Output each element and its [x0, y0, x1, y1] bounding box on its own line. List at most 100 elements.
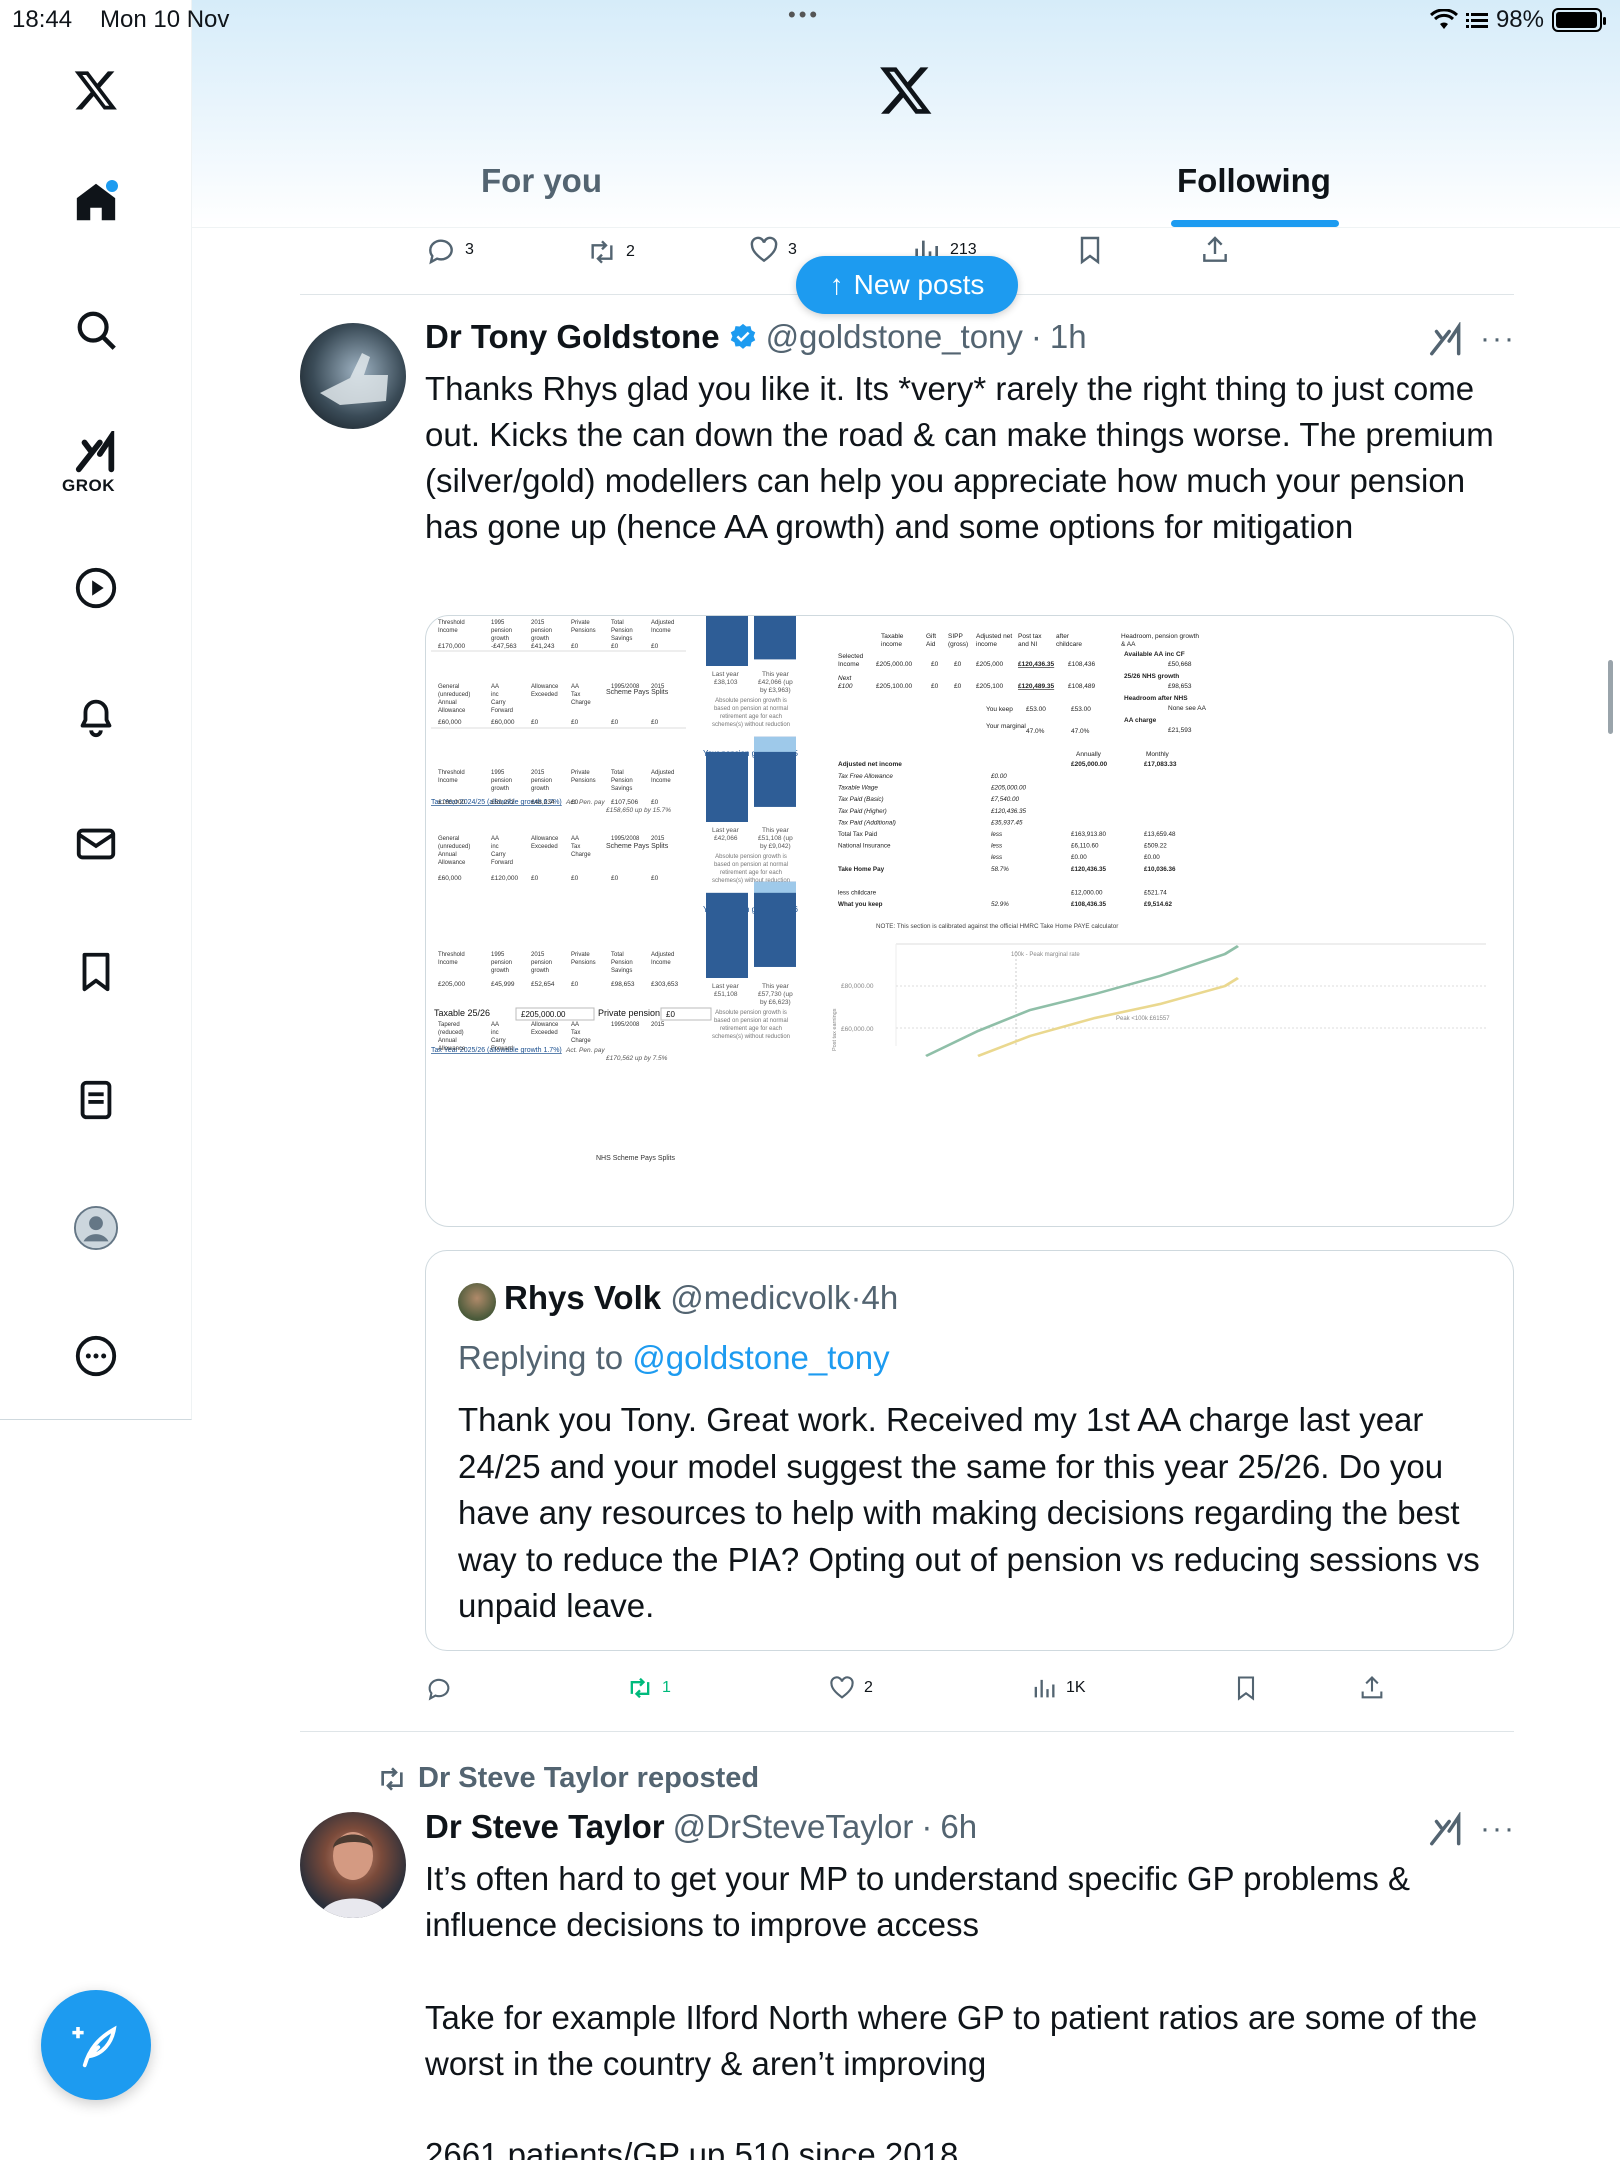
status-date: Mon 10 Nov: [100, 6, 230, 33]
tweet1-reply-button[interactable]: [425, 1674, 461, 1702]
bookmarks-icon[interactable]: [66, 942, 126, 1002]
lists-icon[interactable]: [66, 1070, 126, 1130]
breakdown-label: Tax Paid (Basic): [838, 796, 884, 803]
ty2-note: £170,562 up by 7.5%: [605, 1055, 668, 1062]
battery-percent: 98%: [1495, 6, 1544, 33]
calc-header: childcare: [1056, 641, 1082, 648]
tweet1-more-icon[interactable]: ···: [1480, 322, 1516, 356]
messages-icon[interactable]: [66, 814, 126, 874]
grok-explain-icon[interactable]: [1427, 1812, 1465, 1850]
table-header-cell: Pensions: [571, 778, 596, 784]
multitask-dots[interactable]: •••: [788, 2, 820, 28]
profile-avatar-icon[interactable]: [66, 1198, 126, 1258]
share-icon: [1361, 1676, 1383, 1699]
quoted-tweet[interactable]: Rhys Volk @medicvolk·4h Replying to @gol…: [425, 1250, 1514, 1651]
scrollbar-thumb[interactable]: [1608, 660, 1613, 734]
tweet2-paragraph-1: It’s often hard to get your MP to unders…: [425, 1860, 1411, 1943]
tweet1-repost-button[interactable]: 1: [626, 1674, 671, 1702]
table-header-cell: Forward: [491, 1046, 513, 1052]
status-right: 98%: [1429, 6, 1606, 34]
calc-header: after: [1056, 633, 1070, 640]
reply-icon: [428, 1678, 450, 1701]
table-value-cell: £120,000: [491, 875, 518, 882]
like-button[interactable]: 3: [748, 234, 797, 266]
tweet2-author-name[interactable]: Dr Steve Taylor: [425, 1808, 665, 1846]
tweet1-avatar[interactable]: [300, 323, 406, 429]
tweet2-time: 6h: [940, 1808, 978, 1845]
breakdown-monthly: £509.22: [1144, 843, 1167, 850]
breakdown-label: less childcare: [838, 889, 877, 896]
last-year-label-1: Last year: [712, 671, 740, 678]
aa-side-label: Headroom after NHS: [1124, 695, 1188, 702]
status-bar: 18:44 Mon 10 Nov ••• 98%: [0, 0, 1620, 40]
table-value-cell: £60,000: [491, 719, 515, 726]
grok-icon[interactable]: [66, 424, 126, 484]
table-value-cell: £107,506: [611, 799, 638, 806]
table-header-cell: Pension: [611, 628, 633, 634]
growth-note-1: based on pension at normal: [714, 706, 788, 712]
table-header-cell: Tapered: [438, 1022, 460, 1028]
tweet1-bookmark-button[interactable]: [1232, 1674, 1260, 1702]
compose-button[interactable]: [41, 1990, 151, 2100]
reply-button[interactable]: 3: [425, 234, 474, 266]
table-header-cell: Allowance: [438, 1046, 466, 1052]
share-icon: [1203, 236, 1227, 262]
table-value-cell: £0: [571, 643, 579, 650]
repost-context-label[interactable]: Dr Steve Taylor reposted: [418, 1762, 759, 1795]
x-logo-icon[interactable]: [66, 60, 126, 120]
quote-text: Thank you Tony. Great work. Received my …: [458, 1401, 1480, 1624]
tab-for-you[interactable]: For you: [481, 162, 602, 200]
video-icon[interactable]: [66, 558, 126, 618]
tweet1-views-count: 1K: [1066, 1679, 1086, 1696]
breakdown-amount: £0.00: [990, 773, 1007, 780]
x-logo-icon: [880, 67, 932, 114]
tweet1-views-button[interactable]: 1K: [1030, 1674, 1086, 1702]
table-header-cell: 1995: [491, 620, 505, 626]
search-icon[interactable]: [66, 300, 126, 360]
growth-note-2: retirement age for each: [720, 870, 782, 876]
home-icon[interactable]: [66, 172, 126, 232]
table-header-cell: (reduced): [438, 1030, 464, 1036]
like-count: 3: [788, 241, 797, 258]
tweet1-handle[interactable]: @goldstone_tony: [766, 318, 1023, 356]
tweet2-avatar[interactable]: [300, 1812, 406, 1918]
nhs-scheme-pays-splits: NHS Scheme Pays Splits: [596, 1155, 675, 1162]
tweet1-media[interactable]: Threshold Income 1995 pension growth 2015 pens…: [425, 615, 1514, 1227]
tweet2-header: Dr Steve Taylor @DrSteveTaylor · 6h: [425, 1808, 977, 1846]
new-posts-button[interactable]: ↑ New posts: [796, 256, 1018, 314]
tweet2-paragraph-3: 2661 patients/GP up 510 since 2018: [425, 2136, 959, 2160]
tweet2-more-icon[interactable]: ···: [1480, 1812, 1516, 1846]
chart-annotation: 100k - Peak marginal rate: [1011, 952, 1080, 958]
tweet1-like-button[interactable]: 2: [828, 1674, 873, 1702]
tweet1-author-name[interactable]: Dr Tony Goldstone: [425, 318, 720, 356]
table-value-cell: -£47,563: [491, 643, 517, 650]
table-header-cell: 1995/2008: [611, 684, 640, 690]
more-icon[interactable]: [66, 1326, 126, 1386]
repost-button[interactable]: 2: [586, 236, 635, 268]
table-header-cell: pension: [491, 778, 512, 784]
tab-following[interactable]: Following: [1177, 162, 1331, 200]
tweet2-handle[interactable]: @DrSteveTaylor: [673, 1808, 914, 1846]
tweet1-share-button[interactable]: [1358, 1674, 1386, 1702]
replying-handle[interactable]: @goldstone_tony: [632, 1339, 889, 1376]
calc-row-label: £100: [837, 683, 853, 690]
bar-this-year-base-3: [754, 881, 796, 967]
bookmark-button[interactable]: [1074, 234, 1106, 266]
calc-header: & AA: [1121, 641, 1136, 648]
share-button[interactable]: [1199, 234, 1231, 266]
repost-icon: [630, 1677, 650, 1699]
marginal-value: 47.0%: [1071, 728, 1090, 735]
table-value-cell: £0: [611, 875, 619, 882]
table-header-cell: Private: [571, 952, 590, 958]
table-header-cell: 2015: [531, 620, 545, 626]
breakdown-label: Tax Paid (Higher): [838, 808, 887, 815]
breakdown-amount: less: [991, 831, 1003, 838]
active-tab-indicator: [1171, 220, 1339, 227]
table-header-cell: 2015: [531, 952, 545, 958]
breakdown-annual: £120,436.35: [1071, 866, 1107, 873]
grok-explain-icon[interactable]: [1427, 322, 1465, 360]
left-column: Threshold Income 1995 pension growth 2015 pens…: [431, 620, 712, 1162]
table-header-cell: AA: [571, 1022, 579, 1028]
notifications-icon[interactable]: [66, 686, 126, 746]
table-header-cell: AA: [491, 836, 499, 842]
